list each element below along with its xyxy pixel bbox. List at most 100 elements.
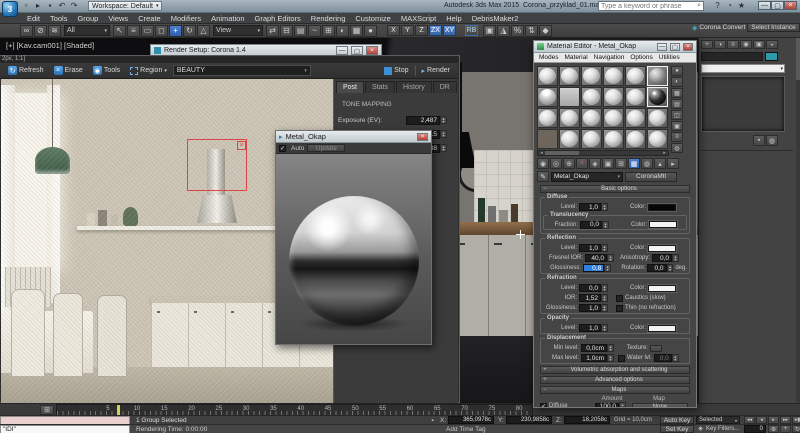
render-production-icon[interactable]: ● <box>364 25 377 37</box>
fresnel-ior-spinner[interactable]: 40,0 <box>585 254 607 262</box>
motion-tab-icon[interactable]: ◉ <box>740 40 752 49</box>
get-material-icon[interactable]: ◉ <box>537 158 549 169</box>
schematic-view-icon[interactable]: ⊞ <box>322 25 335 37</box>
material-slot-5[interactable] <box>625 66 646 86</box>
tone-spinner[interactable]: ▴▾ <box>440 144 447 152</box>
put-to-library-icon[interactable]: ▣ <box>602 158 614 169</box>
show-end-result-icon[interactable]: ◍ <box>641 158 653 169</box>
redo-icon[interactable]: ↷ <box>68 1 80 11</box>
background-icon[interactable]: ▦ <box>671 88 683 98</box>
select-and-link-icon[interactable]: ∞ <box>20 25 33 37</box>
layer-manager-icon[interactable]: ▤ <box>294 25 307 37</box>
put-to-scene-icon[interactable]: ◎ <box>550 158 562 169</box>
material-slot-24[interactable] <box>647 129 668 149</box>
pan-view-icon[interactable]: + <box>780 425 791 433</box>
add-time-tag[interactable]: Add Time Tag <box>446 426 486 433</box>
ior-spinner[interactable]: 1,52 <box>579 294 601 302</box>
3dsmax-logo[interactable]: 3 <box>2 1 18 17</box>
preview-canvas[interactable] <box>276 154 431 344</box>
curve-editor-icon[interactable]: ~ <box>308 25 321 37</box>
reset-map-icon[interactable]: × <box>576 158 588 169</box>
material-slot-20[interactable] <box>559 129 580 149</box>
axis-constraint-x[interactable]: X <box>387 25 400 36</box>
axis-constraint-y[interactable]: Y <box>401 25 414 36</box>
reflection-glossiness-spinner[interactable]: 0,8 <box>583 264 604 272</box>
select-by-name-icon[interactable]: ≡ <box>127 25 140 37</box>
vfb-stop-button[interactable]: Stop <box>380 65 412 77</box>
material-slot-21[interactable] <box>581 129 602 149</box>
translucency-color-swatch[interactable] <box>649 221 677 228</box>
panel-scrollbar[interactable] <box>796 38 800 412</box>
unlink-selection-icon[interactable]: ⊘ <box>34 25 47 37</box>
key-filters-button[interactable]: Key Filters... <box>706 426 739 432</box>
translucency-fraction-spinner[interactable]: 0,0 <box>580 221 602 229</box>
render-setup-minimize-button[interactable]: — <box>336 46 348 55</box>
me-menu-navigation[interactable]: Navigation <box>591 54 628 61</box>
rotation-spinner[interactable]: 0,0 <box>647 264 666 272</box>
advanced-options-rollout[interactable]: +Advanced options <box>540 376 690 384</box>
material-slot-17[interactable] <box>625 108 646 128</box>
object-color-swatch[interactable] <box>765 52 778 61</box>
workspace-dropdown[interactable]: Workspace: Default▾ <box>88 1 162 11</box>
go-to-end-icon[interactable]: ▸▮ <box>792 416 800 424</box>
vfb-tab-post[interactable]: Post <box>336 81 364 93</box>
orbit-view-icon[interactable]: ↻ <box>792 425 800 433</box>
vfb-tools-button[interactable]: ◉ Tools <box>89 65 124 77</box>
disp-min-spinner[interactable]: 0,0cm <box>581 344 607 352</box>
menu-views[interactable]: Views <box>103 14 133 23</box>
material-slot-16[interactable] <box>603 108 624 128</box>
material-slot-13[interactable] <box>537 108 558 128</box>
material-editor-titlebar[interactable]: Material Editor - Metal_Okap — ▢ × <box>534 41 696 53</box>
play-animation-icon[interactable]: ▸ <box>768 416 779 424</box>
anisotropy-spinner[interactable]: 0,0 <box>652 254 672 262</box>
bind-to-space-warp-icon[interactable]: ≋ <box>48 25 61 37</box>
key-mode-dropdown[interactable]: Selected▾ <box>696 416 740 424</box>
scroll-thumb[interactable] <box>545 151 579 155</box>
menu-group[interactable]: Group <box>72 14 103 23</box>
map-amount-arrows[interactable]: ▴▾ <box>619 402 626 407</box>
vfb-region-button[interactable]: Region▾ <box>126 65 171 77</box>
me-menu-utilities[interactable]: Utilities <box>656 54 683 61</box>
opacity-color-swatch[interactable] <box>648 325 676 332</box>
select-by-material-icon[interactable]: ◍ <box>671 143 683 153</box>
preview-close-button[interactable]: × <box>417 133 428 141</box>
caustics-checkbox[interactable] <box>616 295 623 302</box>
maps-rollout[interactable]: −Maps <box>540 386 690 394</box>
material-slot-18[interactable] <box>647 108 668 128</box>
community-icon[interactable]: ◔ <box>724 1 735 11</box>
pick-material-eyedropper-icon[interactable]: ✎ <box>537 171 549 182</box>
material-slot-8[interactable] <box>559 87 580 107</box>
auto-update-checkbox[interactable]: ✓ <box>279 145 286 152</box>
modifier-list-dropdown[interactable]: ▾ <box>701 64 785 73</box>
window-crossing-icon[interactable]: ◻ <box>155 25 168 37</box>
previous-frame-icon[interactable]: ◂ <box>756 416 767 424</box>
percent-snap-icon[interactable]: % <box>511 25 524 37</box>
go-to-parent-icon[interactable]: ▴ <box>654 158 666 169</box>
utilities-tab-icon[interactable]: ◒ <box>766 40 778 49</box>
tone-spinner[interactable]: ▴▾ <box>440 116 447 124</box>
thin-checkbox[interactable] <box>616 305 623 312</box>
zoom-extents-icon[interactable]: ⊕ <box>768 425 779 433</box>
axis-constraint-zx[interactable]: ZX <box>429 25 442 36</box>
minimize-button[interactable]: — <box>758 1 771 10</box>
menu-customize[interactable]: Customize <box>350 14 395 23</box>
render-setup-maximize-button[interactable]: ▢ <box>351 46 363 55</box>
angle-snap-icon[interactable]: ◮ <box>497 25 510 37</box>
align-icon[interactable]: ⊟ <box>280 25 293 37</box>
menu-modifiers[interactable]: Modifiers <box>166 14 206 23</box>
select-and-scale-icon[interactable]: △ <box>197 25 210 37</box>
tone-spinner[interactable]: ▴▾ <box>440 130 447 138</box>
z-coordinate-field[interactable]: 18,2058c <box>564 416 610 424</box>
disp-texture-button[interactable] <box>650 345 662 352</box>
save-file-icon[interactable]: ▪ <box>44 1 56 11</box>
object-name-field[interactable] <box>701 52 763 61</box>
menu-maxscript[interactable]: MAXScript <box>396 14 441 23</box>
assign-to-selection-icon[interactable]: ⊕ <box>563 158 575 169</box>
open-mini-curve-editor-icon[interactable]: ⊞ <box>40 405 54 415</box>
restore-button[interactable]: ▢ <box>771 1 784 10</box>
water-level-checkbox[interactable] <box>618 355 625 362</box>
make-unique-icon[interactable]: ◈ <box>589 158 601 169</box>
open-file-icon[interactable]: ▸ <box>32 1 44 11</box>
material-slot-15[interactable] <box>581 108 602 128</box>
vfb-render-button[interactable]: ▸ Render <box>418 65 454 77</box>
